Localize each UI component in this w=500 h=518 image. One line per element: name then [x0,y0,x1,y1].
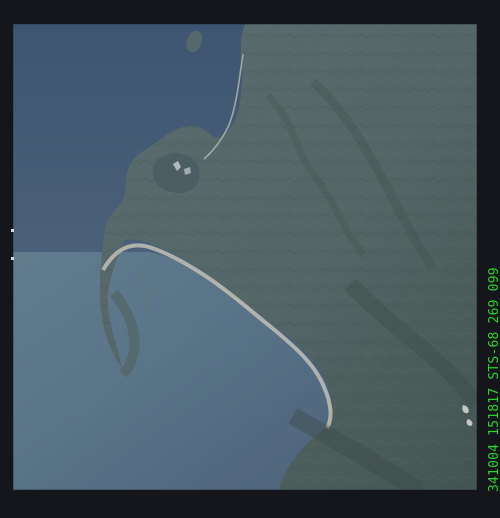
earth-photo [13,24,477,490]
frame-left-tick [11,229,14,232]
photo-frame: 341004 151817 STS-68 269 099 [0,0,500,518]
frame-left-tick [11,257,14,260]
photo-frame-label: 341004 151817 STS-68 269 099 [487,267,500,492]
earth-photo-canvas [13,24,477,490]
